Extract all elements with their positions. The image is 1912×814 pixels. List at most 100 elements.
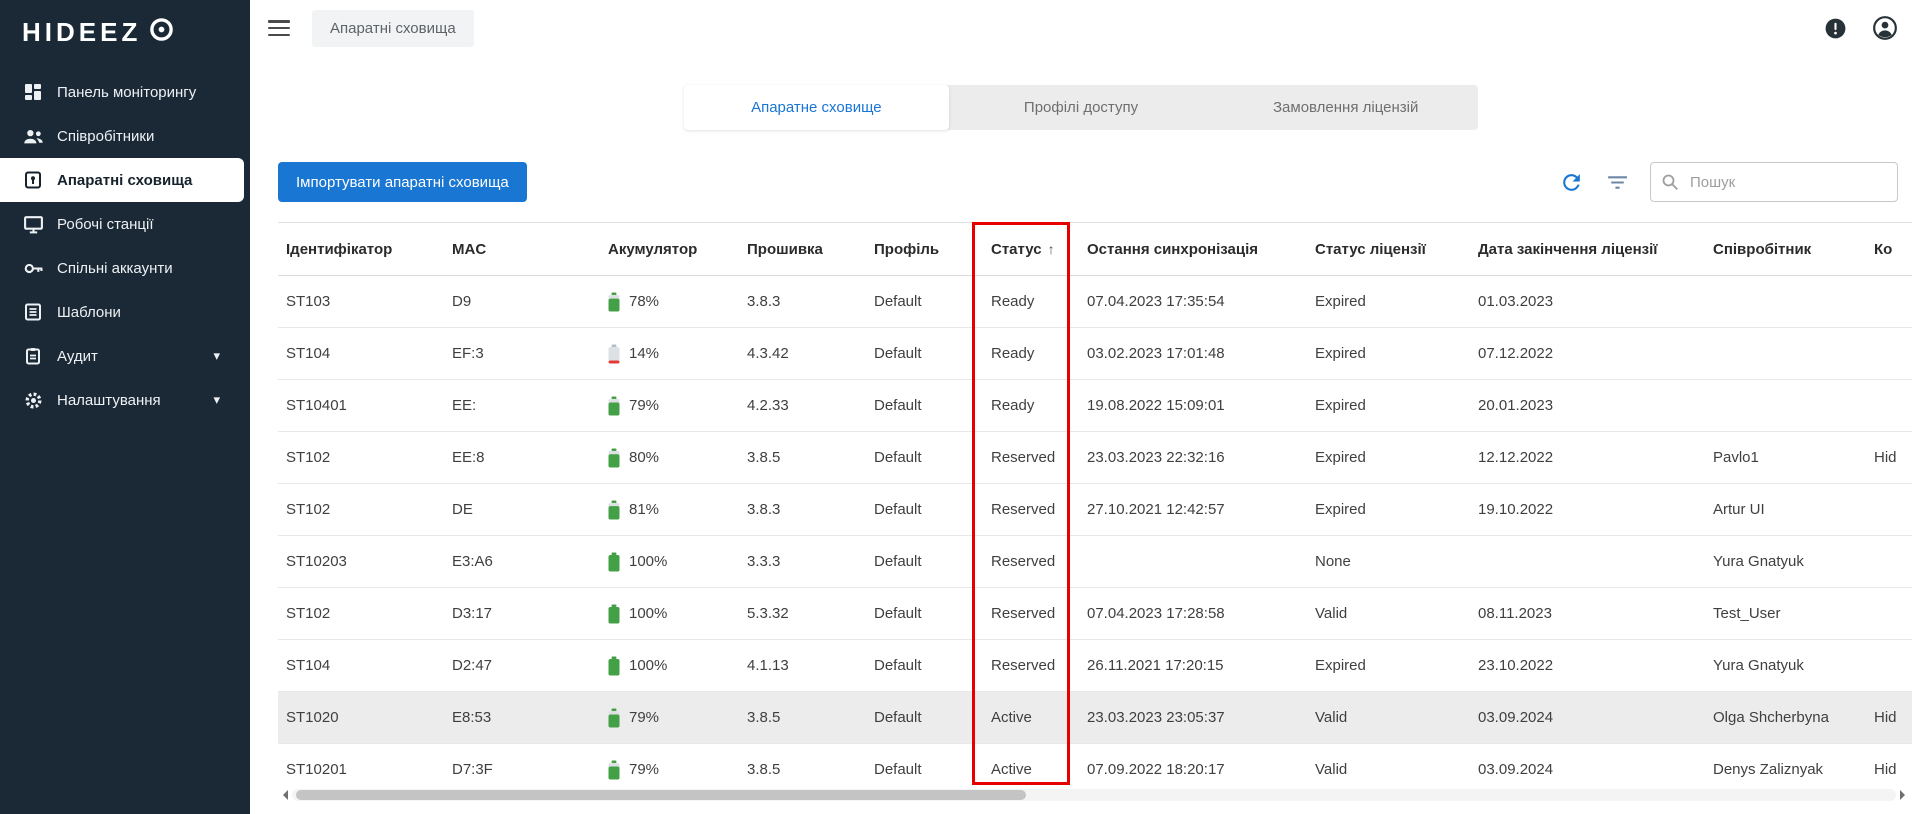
cell-license-status: Expired (1307, 328, 1470, 380)
cell-profile: Default (866, 380, 983, 432)
table-row[interactable]: ST102DE81%3.8.3DefaultReserved27.10.2021… (278, 484, 1912, 536)
people-icon (22, 125, 44, 147)
search-box[interactable] (1650, 162, 1898, 202)
cell-license-expiry: 08.11.2023 (1470, 588, 1705, 640)
cell-extra: Hid (1866, 744, 1912, 786)
toolbar: Імпортувати апаратні сховища (278, 162, 1898, 202)
cell-status: Ready (983, 328, 1079, 380)
battery-icon (608, 396, 620, 416)
battery-percent: 80% (629, 449, 659, 466)
cell-mac: EE:8 (444, 432, 600, 484)
sidebar-item-audit[interactable]: Аудит ▾ (0, 334, 250, 378)
cell-last-sync: 19.08.2022 15:09:01 (1079, 380, 1307, 432)
table-row[interactable]: ST10401EE:79%4.2.33DefaultReady19.08.202… (278, 380, 1912, 432)
cell-last-sync (1079, 536, 1307, 588)
battery-icon (608, 500, 620, 520)
column-header-0[interactable]: Ідентифікатор (278, 223, 444, 276)
cell-last-sync: 07.04.2023 17:35:54 (1079, 276, 1307, 328)
cell-profile: Default (866, 484, 983, 536)
column-header-5[interactable]: Статус↑ (983, 223, 1079, 276)
battery-icon (608, 656, 620, 676)
chevron-down-icon: ▾ (213, 392, 220, 408)
cell-profile: Default (866, 536, 983, 588)
table-row[interactable]: ST104EF:314%4.3.42DefaultReady03.02.2023… (278, 328, 1912, 380)
vaults-table: ІдентифікаторMACАкумуляторПрошивкаПрофіл… (278, 222, 1912, 785)
cell-profile: Default (866, 432, 983, 484)
sidebar-nav: Панель моніторингу Співробітники Апаратні … (0, 70, 250, 422)
tab-1[interactable]: Профілі доступу (949, 85, 1214, 130)
sidebar-item-dashboard[interactable]: Панель моніторингу (0, 70, 250, 114)
import-vaults-button[interactable]: Імпортувати апаратні сховища (278, 162, 527, 202)
cell-mac: EE: (444, 380, 600, 432)
sidebar-item-hardware-vaults[interactable]: Апаратні сховища (0, 158, 244, 202)
cell-status: Reserved (983, 640, 1079, 692)
cell-firmware: 3.8.5 (739, 692, 866, 744)
search-input[interactable] (1688, 173, 1887, 192)
table-row[interactable]: ST103D978%3.8.3DefaultReady07.04.2023 17… (278, 276, 1912, 328)
sort-arrow-icon: ↑ (1048, 241, 1055, 257)
battery-percent: 100% (629, 605, 667, 622)
cell-extra (1866, 640, 1912, 692)
cell-extra (1866, 588, 1912, 640)
account-icon[interactable] (1872, 15, 1898, 41)
key-icon (22, 257, 44, 279)
cell-employee: Olga Shcherbyna (1705, 692, 1866, 744)
column-header-6[interactable]: Остання синхронізація (1079, 223, 1307, 276)
sidebar-item-label: Шаблони (57, 304, 121, 321)
battery-percent: 14% (629, 345, 659, 362)
cell-profile: Default (866, 276, 983, 328)
cell-license-status: Valid (1307, 588, 1470, 640)
table-row[interactable]: ST102D3:17100%5.3.32DefaultReserved07.04… (278, 588, 1912, 640)
scroll-right-arrow-icon[interactable] (1900, 790, 1910, 800)
column-header-10[interactable]: Ко (1866, 223, 1912, 276)
cell-extra (1866, 536, 1912, 588)
table-row[interactable]: ST102EE:880%3.8.5DefaultReserved23.03.20… (278, 432, 1912, 484)
column-header-9[interactable]: Співробітник (1705, 223, 1866, 276)
cell-last-sync: 07.04.2023 17:28:58 (1079, 588, 1307, 640)
sidebar-item-label: Аудит (57, 348, 98, 365)
tab-0[interactable]: Апаратне сховище (684, 85, 949, 130)
filter-icon[interactable] (1604, 169, 1630, 195)
vault-icon (22, 169, 44, 191)
chevron-down-icon: ▾ (213, 348, 220, 364)
table-row[interactable]: ST10203E3:A6100%3.3.3DefaultReservedNone… (278, 536, 1912, 588)
table-row[interactable]: ST1020E8:5379%3.8.5DefaultActive23.03.20… (278, 692, 1912, 744)
sidebar-item-settings[interactable]: Налаштування ▾ (0, 378, 250, 422)
column-header-4[interactable]: Профіль (866, 223, 983, 276)
cell-license-expiry: 12.12.2022 (1470, 432, 1705, 484)
column-header-2[interactable]: Акумулятор (600, 223, 739, 276)
sidebar-item-workstations[interactable]: Робочі станції (0, 202, 250, 246)
templates-icon (22, 301, 44, 323)
scroll-track[interactable] (292, 789, 1896, 801)
cell-license-expiry: 19.10.2022 (1470, 484, 1705, 536)
cell-license-status: Expired (1307, 484, 1470, 536)
column-header-3[interactable]: Прошивка (739, 223, 866, 276)
cell-mac: EF:3 (444, 328, 600, 380)
hamburger-icon[interactable] (268, 20, 290, 36)
sidebar-item-templates[interactable]: Шаблони (0, 290, 250, 334)
scroll-thumb[interactable] (296, 790, 1026, 800)
table-row[interactable]: ST10201D7:3F79%3.8.5DefaultActive07.09.2… (278, 744, 1912, 786)
vaults-table-grid: ІдентифікаторMACАкумуляторПрошивкаПрофіл… (278, 222, 1912, 785)
scroll-left-arrow-icon[interactable] (278, 790, 288, 800)
sidebar-item-label: Співробітники (57, 128, 154, 145)
column-header-7[interactable]: Статус ліцензії (1307, 223, 1470, 276)
sidebar-item-employees[interactable]: Співробітники (0, 114, 250, 158)
horizontal-scrollbar[interactable] (278, 789, 1910, 801)
sidebar-item-label: Налаштування (57, 392, 161, 409)
cell-license-expiry: 01.03.2023 (1470, 276, 1705, 328)
table-row[interactable]: ST104D2:47100%4.1.13DefaultReserved26.11… (278, 640, 1912, 692)
cell-battery: 100% (600, 640, 739, 692)
refresh-icon[interactable] (1558, 169, 1584, 195)
cell-license-status: Expired (1307, 380, 1470, 432)
tab-2[interactable]: Замовлення ліцензій (1213, 85, 1478, 130)
column-header-8[interactable]: Дата закінчення ліцензії (1470, 223, 1705, 276)
battery-icon (608, 292, 620, 312)
column-header-1[interactable]: MAC (444, 223, 600, 276)
main-area: Апаратні сховища Апаратне сховищеПрофілі… (250, 0, 1912, 814)
table-body: ST103D978%3.8.3DefaultReady07.04.2023 17… (278, 276, 1912, 786)
cell-mac: D7:3F (444, 744, 600, 786)
sidebar-item-shared-accounts[interactable]: Спільні аккаунти (0, 246, 250, 290)
alert-icon[interactable] (1822, 15, 1848, 41)
battery-icon (608, 760, 620, 780)
